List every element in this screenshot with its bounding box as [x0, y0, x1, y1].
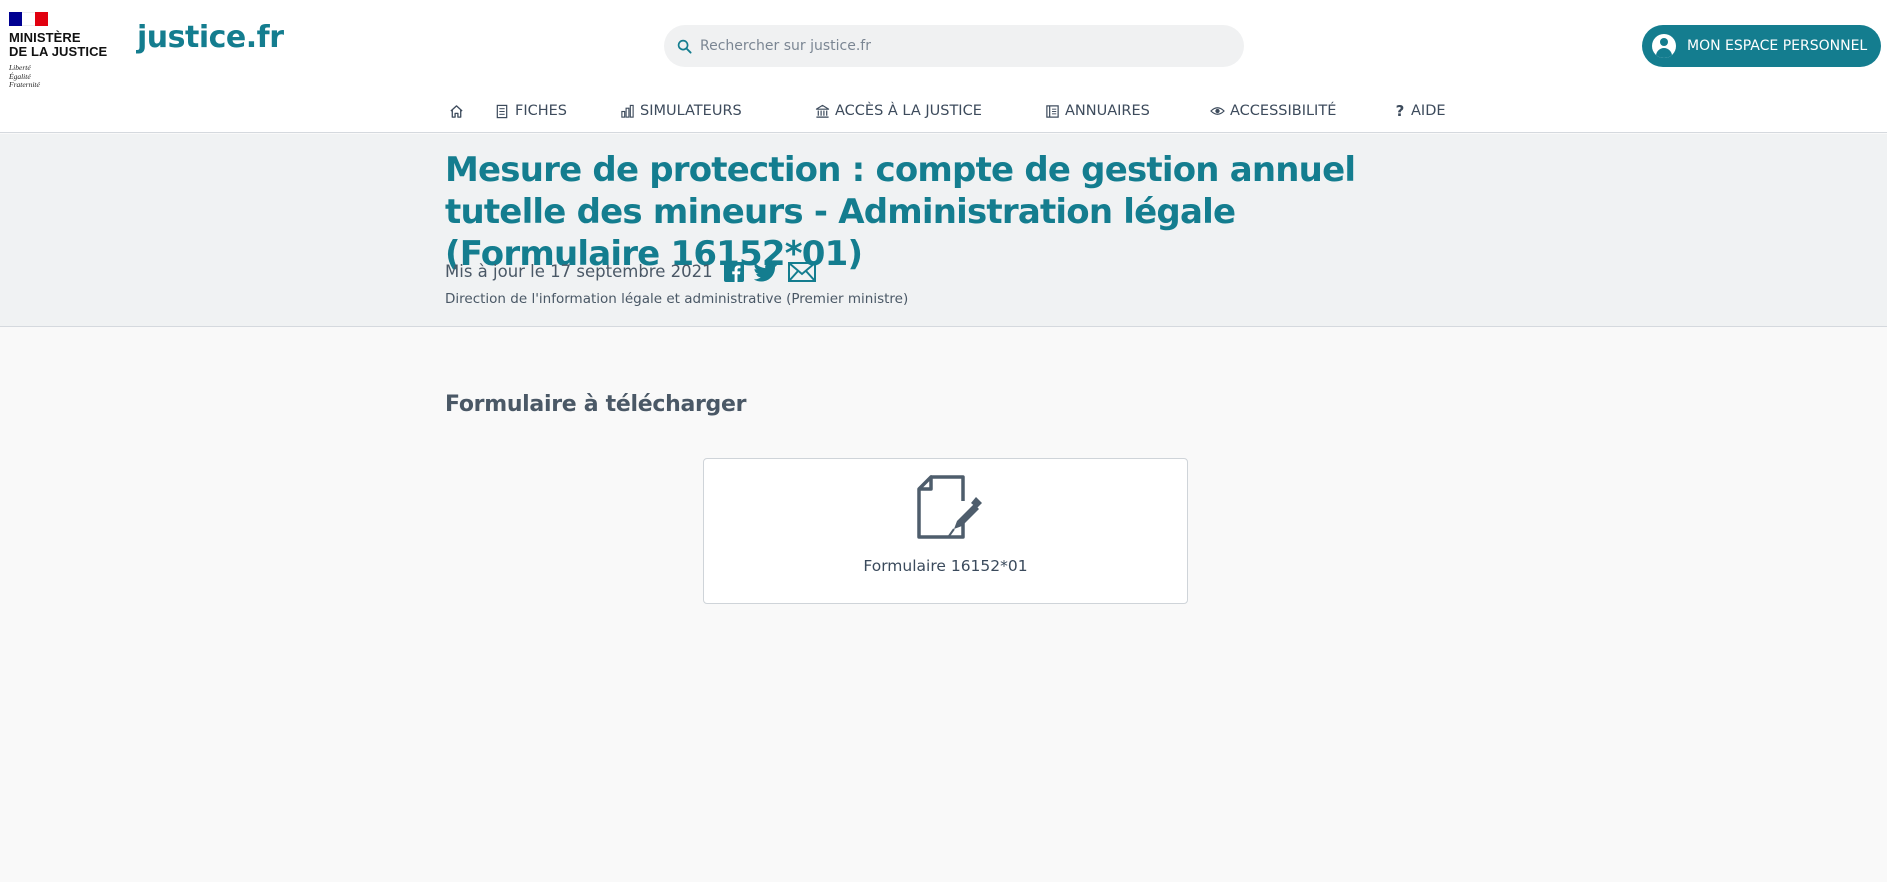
- nav-label-fiches: FICHES: [515, 103, 568, 119]
- form-download-label: Formulaire 16152*01: [863, 557, 1028, 575]
- ministry-name-line2: DE LA JUSTICE: [9, 44, 108, 59]
- facebook-icon[interactable]: [724, 262, 744, 282]
- nav-label-annuaires: ANNUAIRES: [1065, 103, 1150, 119]
- french-flag-icon: [9, 12, 48, 26]
- courthouse-icon: [814, 103, 830, 119]
- document-icon: [494, 103, 510, 119]
- form-download-card[interactable]: Formulaire 16152*01: [703, 458, 1188, 604]
- user-icon: [1652, 34, 1676, 58]
- nav-annuaires[interactable]: ANNUAIRES: [1044, 103, 1150, 119]
- eye-icon: [1209, 103, 1225, 119]
- mail-icon[interactable]: [788, 262, 816, 282]
- nav-accessibilite[interactable]: ACCESSIBILITÉ: [1209, 103, 1336, 119]
- nav-home[interactable]: [448, 103, 469, 119]
- page-title-band: Mesure de protection : compte de gestion…: [0, 134, 1887, 327]
- ministry-name-line1: MINISTÈRE: [9, 30, 81, 45]
- motto-fraternite: Fraternité: [9, 80, 40, 89]
- question-icon: ?: [1395, 102, 1405, 120]
- nav-label-acces-justice: ACCÈS À LA JUSTICE: [835, 103, 982, 119]
- page-author: Direction de l'information légale et adm…: [445, 291, 909, 307]
- ministry-logo[interactable]: MINISTÈRE DE LA JUSTICE Liberté Égalité …: [9, 12, 119, 90]
- nav-label-simulateurs: SIMULATEURS: [640, 103, 742, 119]
- book-icon: [1044, 103, 1060, 119]
- site-brand-logo[interactable]: justice.fr: [137, 20, 284, 55]
- page-title: Mesure de protection : compte de gestion…: [445, 150, 1356, 274]
- nav-fiches[interactable]: FICHES: [494, 103, 567, 119]
- personal-space-label: MON ESPACE PERSONNEL: [1687, 38, 1868, 54]
- nav-label-aide: AIDE: [1411, 103, 1446, 119]
- site-header: MINISTÈRE DE LA JUSTICE Liberté Égalité …: [0, 0, 1887, 133]
- bar-chart-icon: [619, 103, 635, 119]
- personal-space-button[interactable]: MON ESPACE PERSONNEL: [1642, 25, 1881, 67]
- nav-label-accessibilite: ACCESSIBILITÉ: [1230, 103, 1337, 119]
- republic-motto: Liberté Égalité Fraternité: [9, 63, 119, 90]
- home-icon: [448, 103, 464, 119]
- updated-date: Mis à jour le 17 septembre 2021: [445, 262, 713, 281]
- nav-simulateurs[interactable]: SIMULATEURS: [619, 103, 742, 119]
- search-bar[interactable]: [664, 25, 1244, 67]
- main-nav: FICHES SIMULATEURS ACCÈS À LA JUSTICE AN…: [0, 102, 1887, 125]
- search-input[interactable]: [700, 38, 1200, 54]
- nav-acces-justice[interactable]: ACCÈS À LA JUSTICE: [814, 103, 982, 119]
- ministry-name: MINISTÈRE DE LA JUSTICE: [9, 31, 119, 59]
- twitter-icon[interactable]: [754, 262, 778, 282]
- search-icon[interactable]: [674, 36, 694, 56]
- share-bar: [724, 262, 816, 282]
- document-sign-icon: [911, 473, 983, 547]
- nav-aide[interactable]: ? AIDE: [1394, 102, 1446, 120]
- download-section-title: Formulaire à télécharger: [445, 392, 747, 417]
